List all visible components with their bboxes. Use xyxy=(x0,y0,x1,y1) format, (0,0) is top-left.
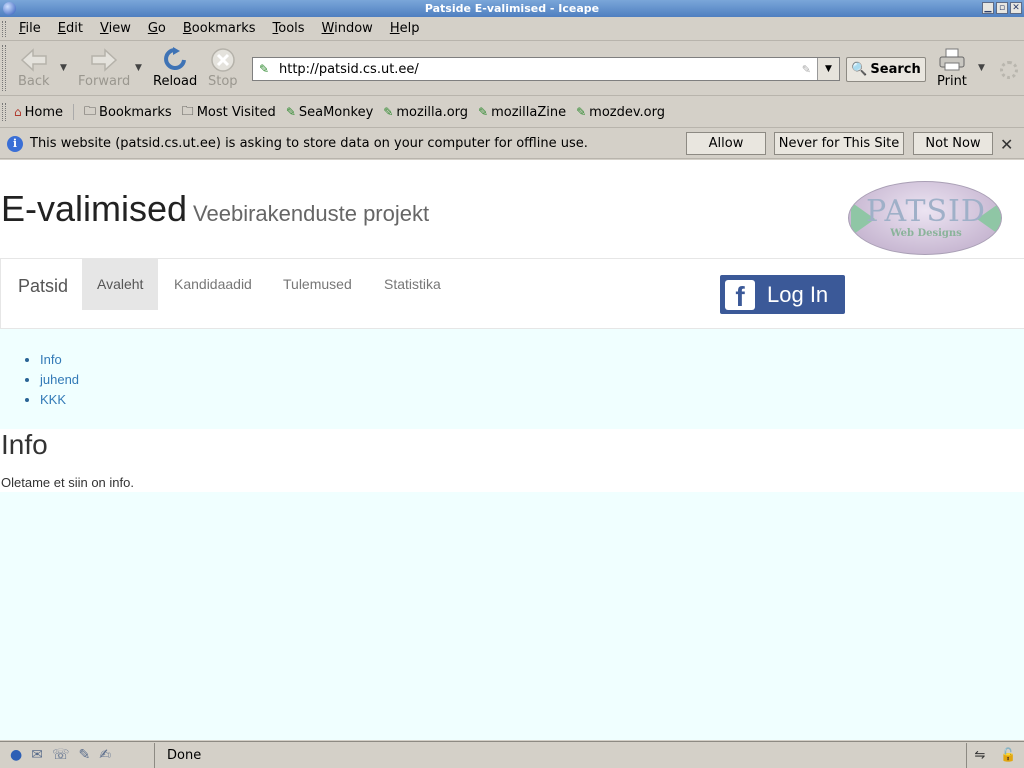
window-title: Patside E-valimised - Iceape xyxy=(424,2,600,15)
facebook-login-button[interactable]: f Log In xyxy=(720,275,845,314)
nav-statistika[interactable]: Statistika xyxy=(369,259,456,310)
site-title: E-valimised Veebirakenduste projekt xyxy=(1,188,430,229)
url-dropdown-button[interactable]: ▼ xyxy=(817,58,839,80)
search-button[interactable]: 🔍 Search xyxy=(846,57,926,82)
component-bar: ● ✉ ☏ ✎ ✍ xyxy=(0,742,155,768)
section-heading: Info xyxy=(1,429,48,460)
site-leaf-icon: ✎ xyxy=(259,62,270,76)
reload-icon xyxy=(161,46,189,74)
bookmark-mozdev-org[interactable]: ✎ mozdev.org xyxy=(576,105,665,120)
link-juhend[interactable]: juhend xyxy=(40,372,79,387)
leaf-icon: ✎ xyxy=(383,105,394,119)
menu-view[interactable]: View xyxy=(89,21,137,36)
reload-button[interactable]: Reload xyxy=(153,46,197,89)
close-window-button[interactable]: ✕ xyxy=(1010,2,1022,14)
info-section: Info Oletame et siin on info. xyxy=(0,429,1024,492)
bookmark-most-visited[interactable]: 🗀 Most Visited xyxy=(182,102,276,123)
menu-bookmarks[interactable]: Bookmarks xyxy=(172,21,262,36)
bookmark-mozilla-org[interactable]: ✎ mozilla.org xyxy=(383,105,468,120)
chat-icon[interactable]: ✍ xyxy=(99,747,111,763)
throbber-icon xyxy=(1000,61,1018,79)
print-dropdown-icon[interactable]: ▼ xyxy=(978,63,985,73)
page-header: E-valimised Veebirakenduste projekt PATSI… xyxy=(0,160,1024,258)
page-content: E-valimised Veebirakenduste projekt PATSI… xyxy=(0,160,1024,740)
navbar-brand[interactable]: Patsid xyxy=(18,276,68,297)
print-button[interactable]: Print xyxy=(937,46,967,89)
list-item: Info xyxy=(40,350,1024,370)
link-kkk[interactable]: KKK xyxy=(40,392,66,407)
back-button[interactable]: Back xyxy=(18,46,50,89)
close-notification-icon[interactable]: ✕ xyxy=(1000,135,1013,154)
menubar-grip[interactable] xyxy=(2,21,6,37)
browser-icon[interactable]: ● xyxy=(10,747,22,763)
info-icon: i xyxy=(7,135,23,152)
folder-icon: 🗀 xyxy=(181,103,194,118)
site-navbar: Patsid Avaleht Kandidaadid Tulemused Sta… xyxy=(0,258,1024,329)
not-now-button[interactable]: Not Now xyxy=(913,132,993,155)
menu-help[interactable]: Help xyxy=(379,21,426,36)
site-subtitle: Veebirakenduste projekt xyxy=(193,201,430,226)
stop-icon xyxy=(209,46,237,74)
bookmark-mozillazine[interactable]: ✎ mozillaZine xyxy=(478,105,566,120)
menu-edit[interactable]: Edit xyxy=(47,21,89,36)
patsid-logo: PATSID Web Designs xyxy=(848,181,1002,255)
link-info[interactable]: Info xyxy=(40,352,62,367)
notification-message: This website (patsid.cs.ut.ee) is asking… xyxy=(30,136,588,151)
navbar-grip[interactable] xyxy=(2,45,6,91)
bookmark-home[interactable]: ⌂ Home xyxy=(14,105,63,120)
allow-button[interactable]: Allow xyxy=(686,132,766,155)
window-titlebar: Patside E-valimised - Iceape ▁ ▫ ✕ xyxy=(0,0,1024,17)
printer-icon xyxy=(938,46,966,74)
facebook-icon: f xyxy=(725,279,755,312)
mail-icon[interactable]: ✉ xyxy=(31,747,43,763)
bookmark-bookmarks[interactable]: 🗀 Bookmarks xyxy=(84,102,172,123)
logo-text: PATSID xyxy=(866,194,986,229)
nav-avaleht[interactable]: Avaleht xyxy=(82,259,159,310)
bookmarks-toolbar: ⌂ Home 🗀 Bookmarks 🗀 Most Visited ✎ SeaMonke… xyxy=(0,97,1024,128)
menu-tools[interactable]: Tools xyxy=(262,21,311,36)
left-arrow-icon xyxy=(20,46,48,74)
forward-button[interactable]: Forward xyxy=(78,46,130,89)
offline-storage-notification: i This website (patsid.cs.ut.ee) is aski… xyxy=(0,129,1024,159)
right-arrow-icon xyxy=(90,46,118,74)
minimize-button[interactable]: ▁ xyxy=(982,2,994,14)
leaf-icon: ✎ xyxy=(576,105,587,119)
security-lock-icon[interactable]: 🔓 xyxy=(1000,748,1016,763)
menu-file[interactable]: File xyxy=(8,21,47,36)
info-links: Info juhend KKK xyxy=(0,329,1024,429)
list-item: juhend xyxy=(40,370,1024,390)
url-bar[interactable]: ✎ ✎ ▼ xyxy=(252,57,840,81)
bookmark-seamonkey[interactable]: ✎ SeaMonkey xyxy=(286,105,373,120)
menu-window[interactable]: Window xyxy=(311,21,379,36)
section-text: Oletame et siin on info. xyxy=(1,475,134,490)
url-input[interactable] xyxy=(279,59,802,79)
online-plug-icon[interactable]: ⇋ xyxy=(974,748,985,763)
logo-subtext: Web Designs xyxy=(890,228,962,239)
list-item: KKK xyxy=(40,390,1024,410)
navigation-toolbar: Back ▼ Forward ▼ Reload Stop ✎ ✎ ▼ 🔍 Sea… xyxy=(0,41,1024,96)
nav-kandidaadid[interactable]: Kandidaadid xyxy=(159,259,267,310)
status-text: Done xyxy=(167,747,202,763)
home-icon: ⌂ xyxy=(14,105,22,119)
nav-tulemused[interactable]: Tulemused xyxy=(268,259,367,310)
back-dropdown-icon[interactable]: ▼ xyxy=(60,63,67,73)
app-icon xyxy=(3,2,16,15)
address-book-icon[interactable]: ☏ xyxy=(52,747,70,763)
maximize-button[interactable]: ▫ xyxy=(996,2,1008,14)
menubar: File Edit View Go Bookmarks Tools Window… xyxy=(0,17,1024,41)
status-indicators: ⇋ 🔓 xyxy=(966,742,1024,768)
menu-go[interactable]: Go xyxy=(137,21,172,36)
forward-dropdown-icon[interactable]: ▼ xyxy=(135,63,142,73)
leaf-icon: ✎ xyxy=(285,105,296,119)
status-bar: ● ✉ ☏ ✎ ✍ Done ⇋ 🔓 xyxy=(0,741,1024,768)
bookmark-separator xyxy=(73,104,75,120)
folder-icon: 🗀 xyxy=(84,103,97,118)
composer-icon[interactable]: ✎ xyxy=(78,747,90,763)
bookmark-pen-icon[interactable]: ✎ xyxy=(802,63,811,76)
never-for-site-button[interactable]: Never for This Site xyxy=(774,132,904,155)
magnifier-icon: 🔍 xyxy=(851,62,868,77)
bookbar-grip[interactable] xyxy=(2,103,6,121)
stop-button[interactable]: Stop xyxy=(208,46,238,89)
leaf-icon: ✎ xyxy=(478,105,489,119)
